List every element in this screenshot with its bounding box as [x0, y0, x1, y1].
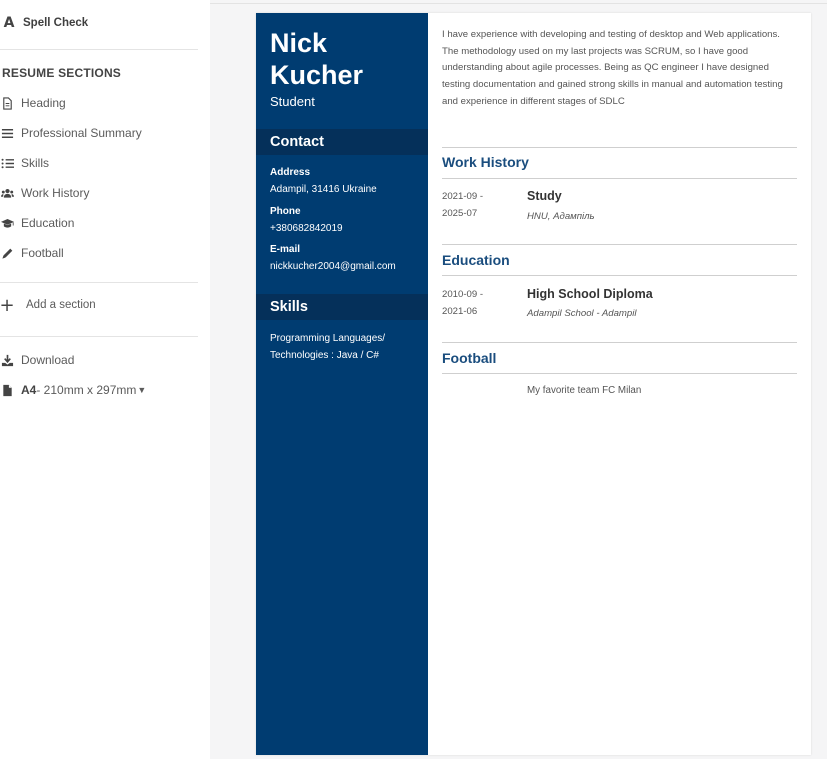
education-heading: Education	[442, 252, 510, 268]
resume-preview[interactable]: Nick Kucher Student Contact Address Adam…	[256, 13, 811, 755]
divider	[442, 147, 797, 148]
email-label: E-mail	[270, 244, 301, 255]
first-name: Nick	[270, 28, 328, 58]
file-icon	[0, 383, 14, 397]
resume-right-column: I have experience with developing and te…	[442, 13, 797, 755]
phone-value: +380682842019	[270, 223, 343, 234]
sidebar-item-skills[interactable]: Skills	[0, 156, 49, 170]
divider	[0, 336, 198, 337]
sidebar-item-label: Work History	[21, 186, 90, 200]
resume-role: Student	[270, 94, 315, 109]
work-history-heading: Work History	[442, 154, 529, 170]
address-value: Adampil, 31416 Ukraine	[270, 184, 377, 195]
football-heading: Football	[442, 350, 497, 366]
divider	[442, 178, 797, 179]
sidebar-item-professional-summary[interactable]: Professional Summary	[0, 126, 142, 140]
education-date-end: 2021-06	[442, 306, 478, 317]
divider	[442, 275, 797, 276]
resume-name[interactable]: Nick Kucher	[270, 27, 363, 91]
document-icon	[0, 96, 14, 110]
professional-summary: I have experience with developing and te…	[442, 29, 783, 107]
sections-title: RESUME SECTIONS	[2, 66, 122, 80]
page-size-name: A4	[21, 383, 37, 397]
download-button[interactable]: Download	[0, 353, 74, 367]
page-size-select[interactable]: A4 - 210mm x 297mm ▼	[0, 383, 146, 397]
education-subtitle: Adampil School - Adampil	[527, 308, 637, 319]
divider	[442, 342, 797, 343]
address-label: Address	[270, 167, 311, 178]
resume-left-column: Nick Kucher Student Contact Address Adam…	[256, 13, 428, 755]
add-section-label: Add a section	[26, 299, 96, 311]
skills-text: Programming Languages/ Technologies : Ja…	[270, 333, 386, 361]
spell-check-label: Spell Check	[23, 17, 89, 29]
pencil-icon	[0, 246, 14, 260]
sidebar-item-label: Skills	[21, 156, 50, 170]
email-value: nickkucher2004@gmail.com	[270, 261, 396, 272]
last-name: Kucher	[270, 60, 364, 90]
caret-down-icon: ▼	[137, 385, 147, 395]
football-text: My favorite team FC Milan	[527, 385, 642, 396]
divider	[442, 373, 797, 374]
sidebar-item-label: Professional Summary	[21, 126, 142, 140]
divider	[0, 49, 198, 50]
add-section-button[interactable]: + Add a section	[0, 294, 96, 316]
work-date-end: 2025-07	[442, 208, 478, 219]
download-icon	[0, 353, 14, 367]
sidebar-item-football[interactable]: Football	[0, 246, 64, 260]
download-label: Download	[21, 353, 75, 367]
contact-heading: Contact	[256, 129, 428, 155]
education-date-start: 2010-09 -	[442, 289, 484, 300]
sidebar-item-heading[interactable]: Heading	[0, 96, 66, 110]
divider	[442, 244, 797, 245]
sidebar-item-work-history[interactable]: Work History	[0, 186, 89, 200]
divider	[0, 282, 198, 283]
sidebar-item-label: Heading	[21, 96, 66, 110]
sidebar-item-label: Education	[21, 216, 75, 230]
sidebar-item-education[interactable]: Education	[0, 216, 74, 230]
spell-check-icon: A	[3, 15, 15, 31]
graduation-cap-icon	[0, 216, 14, 230]
skills-heading: Skills	[256, 294, 428, 320]
education-title: High School Diploma	[527, 287, 653, 301]
work-dates: 2021-09 - 2025-07	[442, 188, 483, 222]
education-dates: 2010-09 - 2021-06	[442, 286, 483, 320]
work-date-start: 2021-09 -	[442, 191, 484, 202]
plus-icon: +	[0, 294, 15, 316]
users-icon	[0, 186, 14, 200]
spell-check-button[interactable]: A Spell Check	[2, 15, 89, 31]
lines-icon	[0, 126, 14, 140]
sidebar: A Spell Check RESUME SECTIONS Heading Pr…	[0, 0, 210, 759]
phone-label: Phone	[270, 206, 301, 217]
work-subtitle: HNU, Адампіль	[527, 211, 595, 222]
page-size-dims: - 210mm x 297mm	[36, 383, 137, 397]
sidebar-item-label: Football	[21, 246, 64, 260]
list-icon	[0, 156, 14, 170]
work-title: Study	[527, 189, 562, 203]
